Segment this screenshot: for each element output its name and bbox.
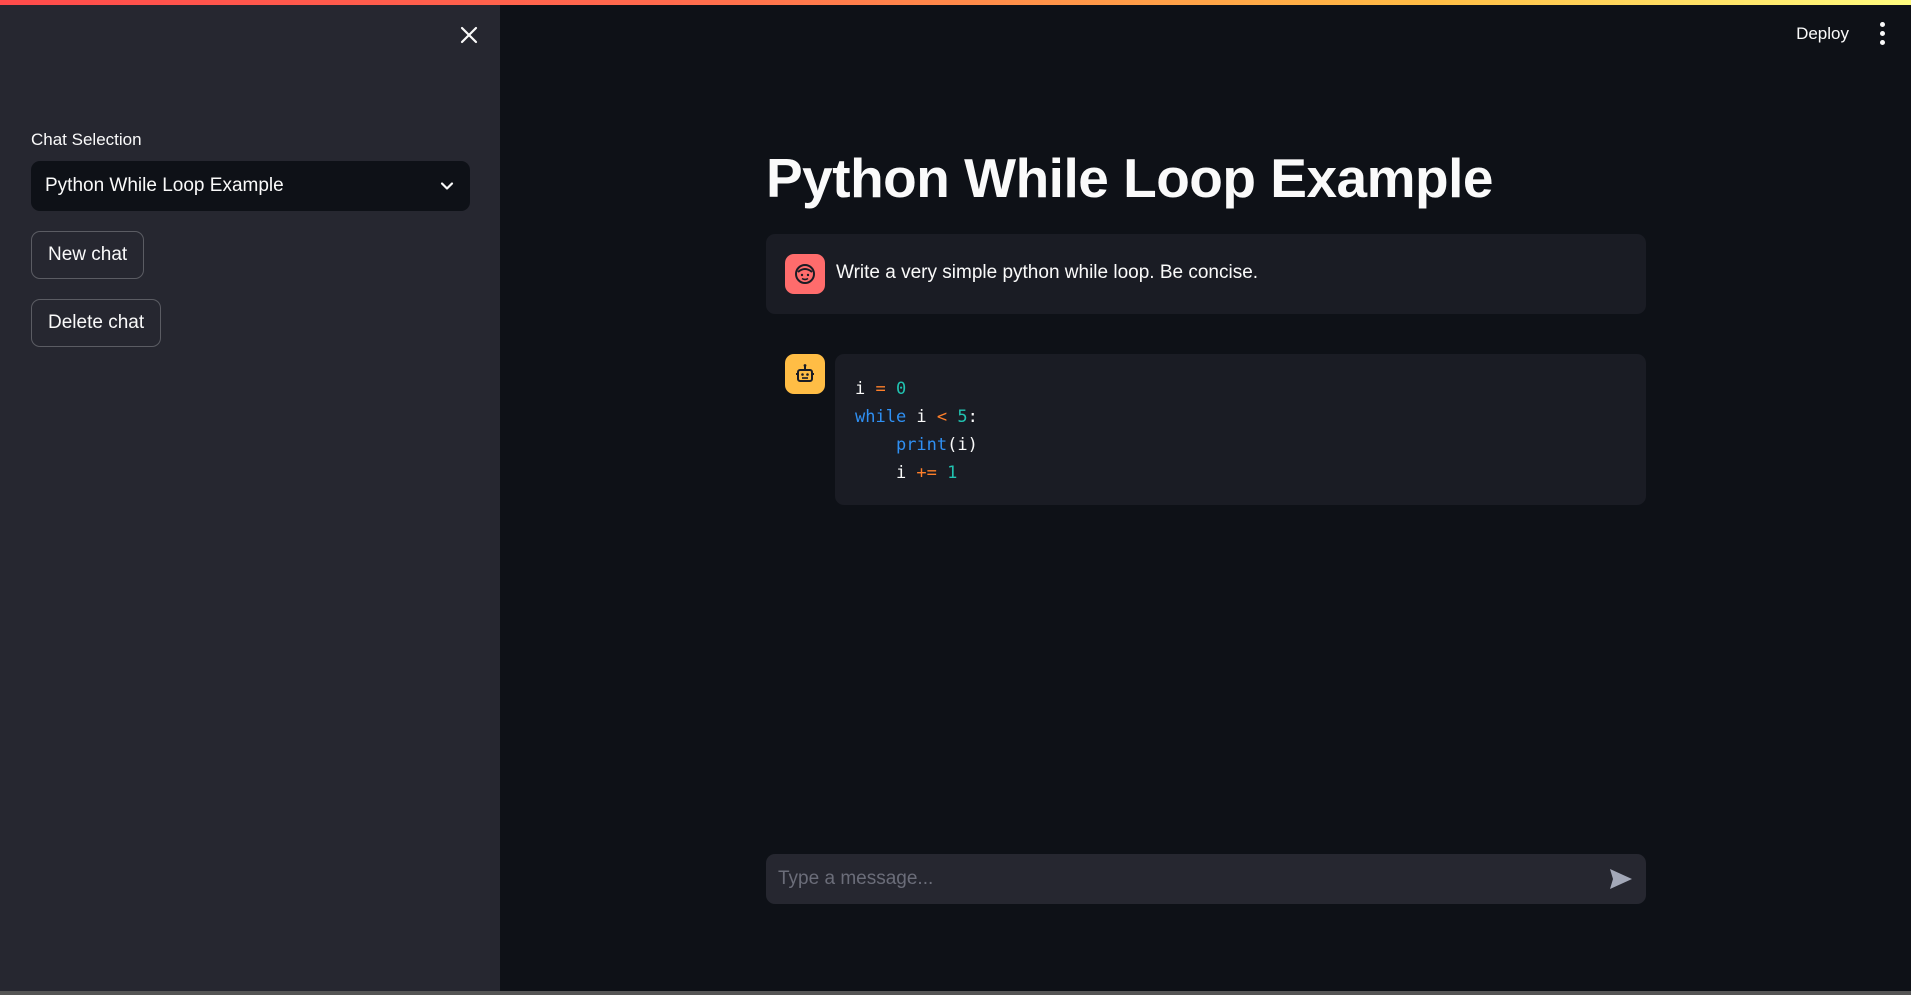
code-line: i += 1 [855,463,958,483]
chat-select[interactable]: Python While Loop Example [31,161,470,211]
chat-select-value: Python While Loop Example [45,175,284,196]
user-face-icon [795,264,815,284]
assistant-avatar [785,354,825,394]
new-chat-button[interactable]: New chat [31,231,145,279]
code-line: i = 0 [855,379,907,399]
user-message-text: Write a very simple python while loop. B… [836,262,1259,283]
top-gradient-bar [0,0,1911,5]
robot-icon [796,364,814,382]
send-button[interactable] [1608,867,1634,891]
send-icon [1610,869,1632,889]
chevron-down-icon [440,182,454,190]
assistant-code-block: i = 0 while i < 5: print(i) i += 1 [835,354,1646,505]
main-header: Deploy [1796,22,1911,45]
chat-selection-label: Chat Selection [31,130,142,149]
bottom-border [0,991,1911,995]
close-icon [460,26,478,44]
chat-message-input[interactable] [766,854,1586,904]
close-sidebar-button[interactable] [456,22,482,48]
deploy-button[interactable]: Deploy [1796,24,1849,44]
user-avatar [785,254,825,294]
code-line: print(i) [895,435,978,455]
page-title: Python While Loop Example [766,147,1494,209]
code-line: while i < 5: [855,407,978,427]
chat-input-container [766,854,1646,904]
delete-chat-button[interactable]: Delete chat [31,299,162,347]
sidebar: Chat Selection Python While Loop Example… [0,0,500,995]
more-vert-icon[interactable] [1877,22,1887,45]
